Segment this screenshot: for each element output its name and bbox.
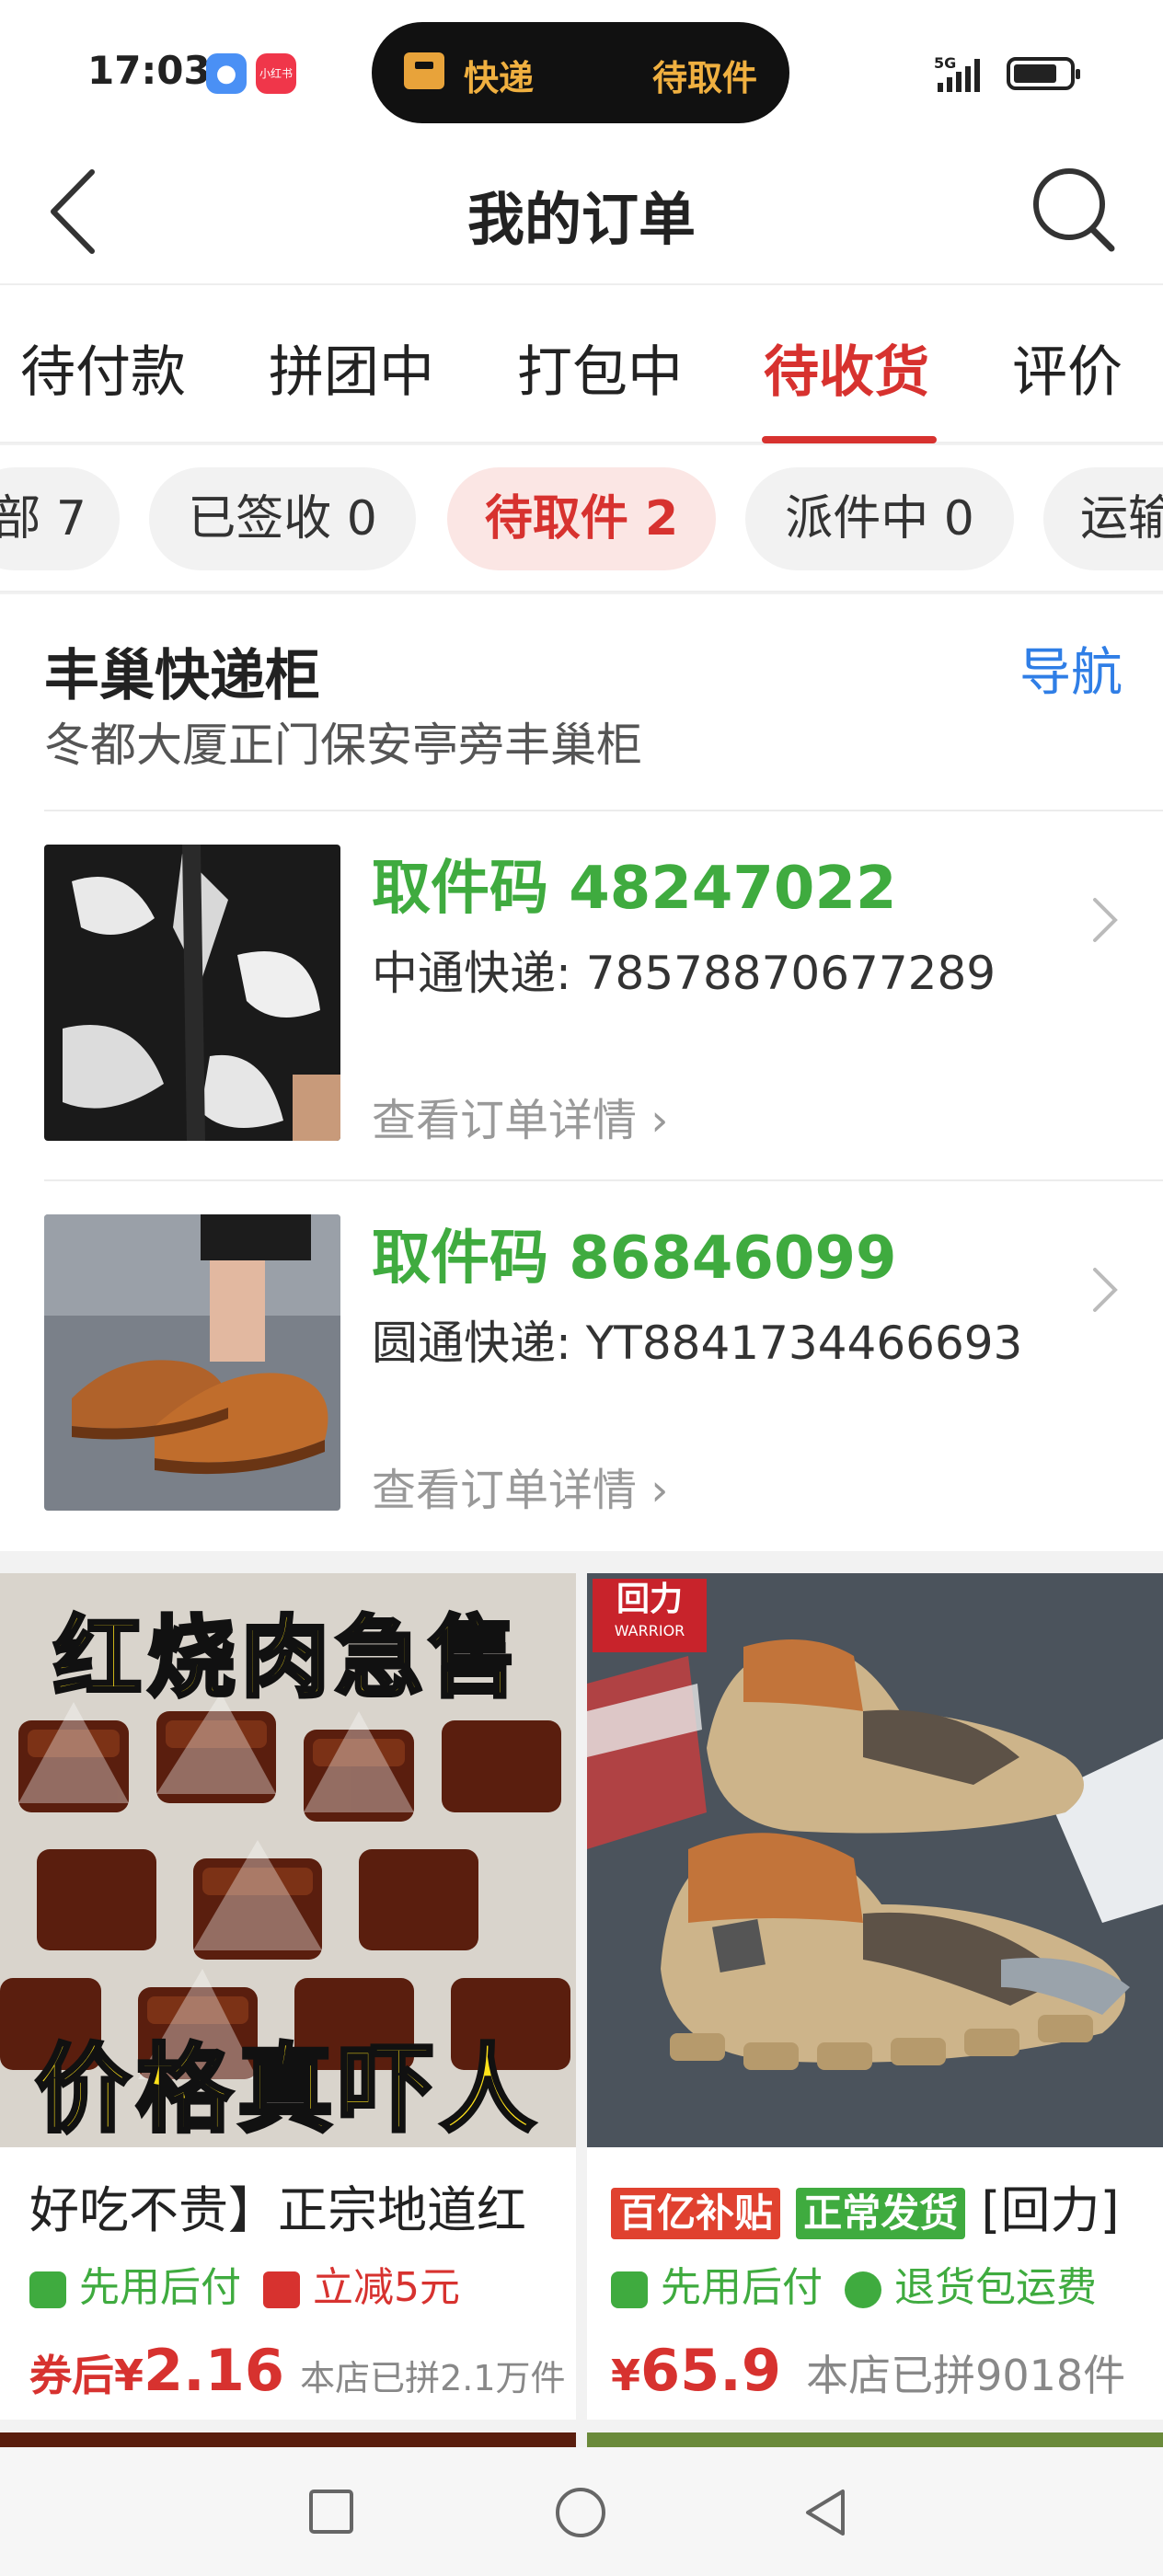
loafer-product-image[interactable] xyxy=(44,1214,340,1511)
recent-apps-icon[interactable] xyxy=(307,2488,355,2536)
banner-top-text: 红烧肉急售 xyxy=(52,1604,523,1711)
dynamic-island[interactable]: 快递 待取件 xyxy=(372,22,789,123)
tab-pending-receipt[interactable]: 待收货 xyxy=(764,328,929,408)
chip-pending-pickup[interactable]: 待取件 2 xyxy=(447,467,716,570)
package-icon xyxy=(404,52,444,89)
signal-icon: 5G xyxy=(934,54,980,92)
order-detail-link[interactable]: 查看订单详情 › xyxy=(372,1454,668,1518)
recommendation-card[interactable]: 回力 WARRIOR 百亿补贴 正常发货 [回力] 先用后付 退货包运费 ¥65… xyxy=(587,1573,1163,2420)
sold-count: 本店已拼9018件 xyxy=(806,2351,1126,2400)
tag-free-return: 退货包运费 xyxy=(894,2264,1097,2311)
shield-icon xyxy=(29,2271,66,2308)
tracking-number: 圆通快递: YT8841734466693 xyxy=(372,1317,1023,1370)
shirt-product-image[interactable] xyxy=(44,845,340,1141)
tab-pending-payment[interactable]: 待付款 xyxy=(20,328,186,408)
chip-delivering[interactable]: 派件中 0 xyxy=(745,467,1014,570)
chevron-right-icon[interactable] xyxy=(1086,892,1123,948)
pickup-location-name: 丰巢快递柜 xyxy=(44,644,320,708)
price-prefix: 券后 xyxy=(29,2351,114,2400)
island-label-express: 快递 xyxy=(464,58,535,98)
product-title: 好吃不贵】正宗地道红 xyxy=(29,2181,526,2239)
tag-discount: 立减5元 xyxy=(313,2264,460,2311)
order-detail-label: 查看订单详情 xyxy=(372,1095,638,1146)
message-app-icon: ● xyxy=(206,53,247,94)
order-detail-label: 查看订单详情 xyxy=(372,1465,638,1516)
shield-icon xyxy=(611,2271,648,2308)
divider xyxy=(44,810,1163,811)
brand-logo-text: 回力 xyxy=(616,1581,683,1618)
home-icon[interactable] xyxy=(554,2486,607,2539)
chevron-right-icon: › xyxy=(637,1465,669,1516)
tab-review[interactable]: 评价 xyxy=(1012,328,1123,408)
tag-pay-later: 先用后付 xyxy=(79,2264,241,2311)
currency: ¥ xyxy=(611,2351,641,2400)
tag-pay-later: 先用后付 xyxy=(661,2264,823,2311)
normal-shipping-badge: 正常发货 xyxy=(796,2188,966,2240)
page-header: 我的订单 xyxy=(0,138,1163,285)
chip-in-transit[interactable]: 运输 xyxy=(1043,467,1163,570)
status-bar: 17:03 ● 小红书 快递 待取件 5G xyxy=(0,0,1163,138)
status-time: 17:03 xyxy=(87,48,211,93)
tab-group-buying[interactable]: 拼团中 xyxy=(269,328,434,408)
product-title: [回力] xyxy=(981,2181,1120,2239)
brand-logo: 回力 WARRIOR xyxy=(593,1579,707,1652)
back-icon[interactable] xyxy=(800,2486,850,2539)
divider xyxy=(44,1179,1163,1181)
search-icon[interactable] xyxy=(1029,162,1117,254)
currency: ¥ xyxy=(114,2351,144,2400)
product-price: 券后¥2.16 本店已拼2.1万件 xyxy=(29,2337,566,2404)
navigate-button[interactable]: 导航 xyxy=(1019,631,1123,706)
chip-signed[interactable]: 已签收 0 xyxy=(149,467,416,570)
active-tab-indicator xyxy=(762,436,937,443)
product-tags: 先用后付 退货包运费 xyxy=(611,2254,1097,2313)
chevron-right-icon[interactable] xyxy=(1086,1262,1123,1317)
recommendation-card[interactable]: 红烧肉急售 价格真吓人 好吃不贵】正宗地道红 先用后付 立减5元 券后¥2.16… xyxy=(0,1573,576,2420)
product-price: ¥65.9 本店已拼9018件 xyxy=(611,2337,1125,2404)
battery-icon xyxy=(1007,57,1080,90)
braised-pork-image: 红烧肉急售 价格真吓人 xyxy=(0,1573,576,2147)
filter-chips: 部 7 已签收 0 待取件 2 派件中 0 运输 xyxy=(0,445,1163,592)
chevron-right-icon: › xyxy=(637,1095,669,1146)
page-title: 我的订单 xyxy=(466,186,696,253)
warrior-shoe-image: 回力 WARRIOR xyxy=(587,1573,1163,2147)
system-navigation-bar xyxy=(0,2447,1163,2576)
tracking-number: 中通快递: 78578870677289 xyxy=(372,947,996,1000)
banner-bottom-text: 价格真吓人 xyxy=(33,2031,541,2147)
pickup-card: 丰巢快递柜 导航 冬都大厦正门保安亭旁丰巢柜 取件码 48247022 中通快递… xyxy=(0,594,1163,1551)
price-value: 65.9 xyxy=(640,2337,781,2404)
price-value: 2.16 xyxy=(144,2337,284,2404)
network-label: 5G xyxy=(934,54,956,72)
pickup-code: 取件码 86846099 xyxy=(372,1225,897,1293)
chip-all[interactable]: 部 7 xyxy=(0,467,120,570)
sold-count: 本店已拼2.1万件 xyxy=(300,2358,566,2398)
check-shield-icon xyxy=(845,2271,881,2308)
next-card-peek xyxy=(587,2432,1163,2447)
screen: { "status_bar": { "time": "17:03", "app_… xyxy=(0,0,1163,2576)
order-status-tabs: 待付款 拼团中 打包中 待收货 评价 xyxy=(0,285,1163,443)
product-title-row: 百亿补贴 正常发货 [回力] xyxy=(611,2169,1120,2242)
island-label-pending: 待取件 xyxy=(652,58,758,98)
product-tags: 先用后付 立减5元 xyxy=(29,2254,460,2313)
xiaohongshu-app-icon: 小红书 xyxy=(256,53,296,94)
pickup-code: 取件码 48247022 xyxy=(372,855,897,923)
pickup-address: 冬都大厦正门保安亭旁丰巢柜 xyxy=(44,719,642,772)
brand-logo-subtext: WARRIOR xyxy=(614,1622,685,1639)
next-card-peek xyxy=(0,2432,576,2447)
order-detail-link[interactable]: 查看订单详情 › xyxy=(372,1084,668,1148)
tab-packing[interactable]: 打包中 xyxy=(517,328,683,408)
coupon-icon xyxy=(263,2271,300,2308)
subsidy-badge: 百亿补贴 xyxy=(611,2188,781,2240)
